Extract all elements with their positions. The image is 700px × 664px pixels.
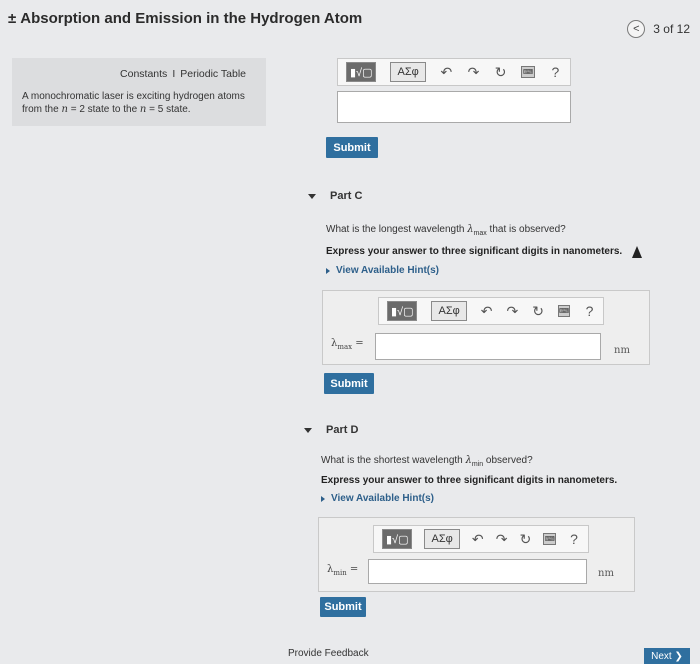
lambda-min-label: λmin =	[327, 564, 358, 577]
reset-icon[interactable]: ↻	[494, 64, 507, 81]
undo-icon[interactable]: ↶	[472, 531, 484, 548]
keyboard-icon[interactable]: ⌨	[557, 305, 571, 317]
page-title: ± Absorption and Emission in the Hydrogen…	[8, 10, 362, 27]
lambda-subscript: max	[473, 230, 487, 237]
part-d-header[interactable]: Part D	[304, 424, 358, 436]
expand-triangle-icon	[321, 495, 325, 502]
unit-label-nm: nm	[598, 568, 614, 579]
greek-symbols-button[interactable]: ΑΣφ	[424, 529, 460, 549]
part-c-instruction: Express your answer to three significant…	[326, 246, 623, 257]
collapse-triangle-icon	[308, 193, 316, 199]
help-icon[interactable]: ?	[568, 531, 580, 547]
hint-text: View Available Hint(s)	[331, 493, 434, 504]
page-indicator: 3 of 12	[653, 22, 690, 36]
part-c-question: What is the longest wavelength λmax that…	[326, 224, 566, 237]
lambda-subscript: min	[471, 461, 484, 468]
part-d-title: Part D	[326, 424, 359, 436]
submit-button-part-c[interactable]: Submit	[324, 373, 374, 394]
collapse-triangle-icon	[304, 427, 312, 433]
math-toolbar-part-d: ▮√▢ ΑΣφ ↶ ↷ ↻ ⌨ ?	[373, 525, 589, 553]
desc-line-2: from the n = 2 state to the n = 5 state.	[22, 103, 256, 116]
part-c-title: Part C	[330, 190, 363, 202]
templates-button[interactable]: ▮√▢	[346, 62, 377, 82]
mouse-cursor-icon	[632, 246, 642, 258]
question-text: that is observed?	[486, 224, 566, 235]
help-icon[interactable]: ?	[584, 303, 595, 319]
constants-link[interactable]: Constants	[120, 68, 167, 80]
title-text: Absorption and Emission in the Hydrogen …	[20, 10, 363, 27]
keyboard-icon[interactable]: ⌨	[543, 533, 557, 545]
periodic-table-link[interactable]: Periodic Table	[180, 68, 246, 80]
part-d-question: What is the shortest wavelength λmin obs…	[321, 455, 533, 468]
desc-text: = 5 state.	[146, 104, 191, 115]
reset-icon[interactable]: ↻	[520, 531, 532, 548]
pager: < 3 of 12	[627, 20, 690, 38]
redo-icon[interactable]: ↷	[467, 64, 480, 81]
chevron-left-icon[interactable]: <	[627, 20, 646, 38]
answer-input-part-b[interactable]	[337, 91, 571, 123]
lambda-max-label: λmax =	[331, 338, 364, 351]
next-button[interactable]: Next ❯	[644, 648, 690, 664]
resource-links: Constants I Periodic Table	[22, 68, 246, 80]
keyboard-icon[interactable]: ⌨	[521, 66, 535, 78]
provide-feedback-link[interactable]: Provide Feedback	[288, 648, 369, 659]
submit-button-part-b[interactable]: Submit	[326, 137, 378, 158]
redo-icon[interactable]: ↷	[507, 303, 519, 320]
unit-label-nm: nm	[614, 345, 630, 356]
problem-context-panel: Constants I Periodic Table A monochromatic…	[12, 58, 266, 126]
reset-icon[interactable]: ↻	[532, 303, 544, 320]
lambda-max-input[interactable]	[375, 333, 601, 360]
templates-button[interactable]: ▮√▢	[387, 301, 418, 321]
lambda-min-input[interactable]	[368, 559, 587, 584]
greek-symbols-button[interactable]: ΑΣφ	[390, 62, 426, 82]
templates-button[interactable]: ▮√▢	[382, 529, 413, 549]
question-text: What is the longest wavelength	[326, 224, 468, 235]
part-d-instruction: Express your answer to three significant…	[321, 475, 618, 486]
desc-text: from the	[22, 104, 62, 115]
help-icon[interactable]: ?	[549, 64, 562, 80]
undo-icon[interactable]: ↶	[440, 64, 453, 81]
desc-text: = 2 state to the	[67, 104, 140, 115]
desc-line-1: A monochromatic laser is exciting hydrog…	[22, 91, 245, 102]
question-text: What is the shortest wavelength	[321, 455, 466, 466]
lambda-subscript: max	[337, 343, 353, 351]
equals-sign: =	[346, 564, 359, 575]
problem-description: A monochromatic laser is exciting hydrog…	[22, 90, 256, 116]
math-toolbar-part-c: ▮√▢ ΑΣφ ↶ ↷ ↻ ⌨ ?	[378, 297, 604, 325]
math-toolbar-part-b: ▮√▢ ΑΣφ ↶ ↷ ↻ ⌨ ?	[337, 58, 571, 86]
submit-button-part-d[interactable]: Submit	[320, 597, 366, 617]
redo-icon[interactable]: ↷	[496, 531, 508, 548]
title-symbol: ±	[8, 10, 17, 27]
part-c-header[interactable]: Part C	[308, 190, 362, 202]
lambda-subscript: min	[333, 569, 347, 577]
expand-triangle-icon	[326, 267, 330, 274]
part-c-hint-link[interactable]: View Available Hint(s)	[326, 265, 439, 276]
part-d-hint-link[interactable]: View Available Hint(s)	[321, 493, 434, 504]
link-separator: I	[172, 68, 176, 80]
greek-symbols-button[interactable]: ΑΣφ	[431, 301, 467, 321]
hint-text: View Available Hint(s)	[336, 265, 439, 276]
undo-icon[interactable]: ↶	[481, 303, 493, 320]
template-group: ▮√▢	[346, 62, 377, 82]
equals-sign: =	[352, 338, 364, 349]
question-text: observed?	[483, 455, 533, 466]
